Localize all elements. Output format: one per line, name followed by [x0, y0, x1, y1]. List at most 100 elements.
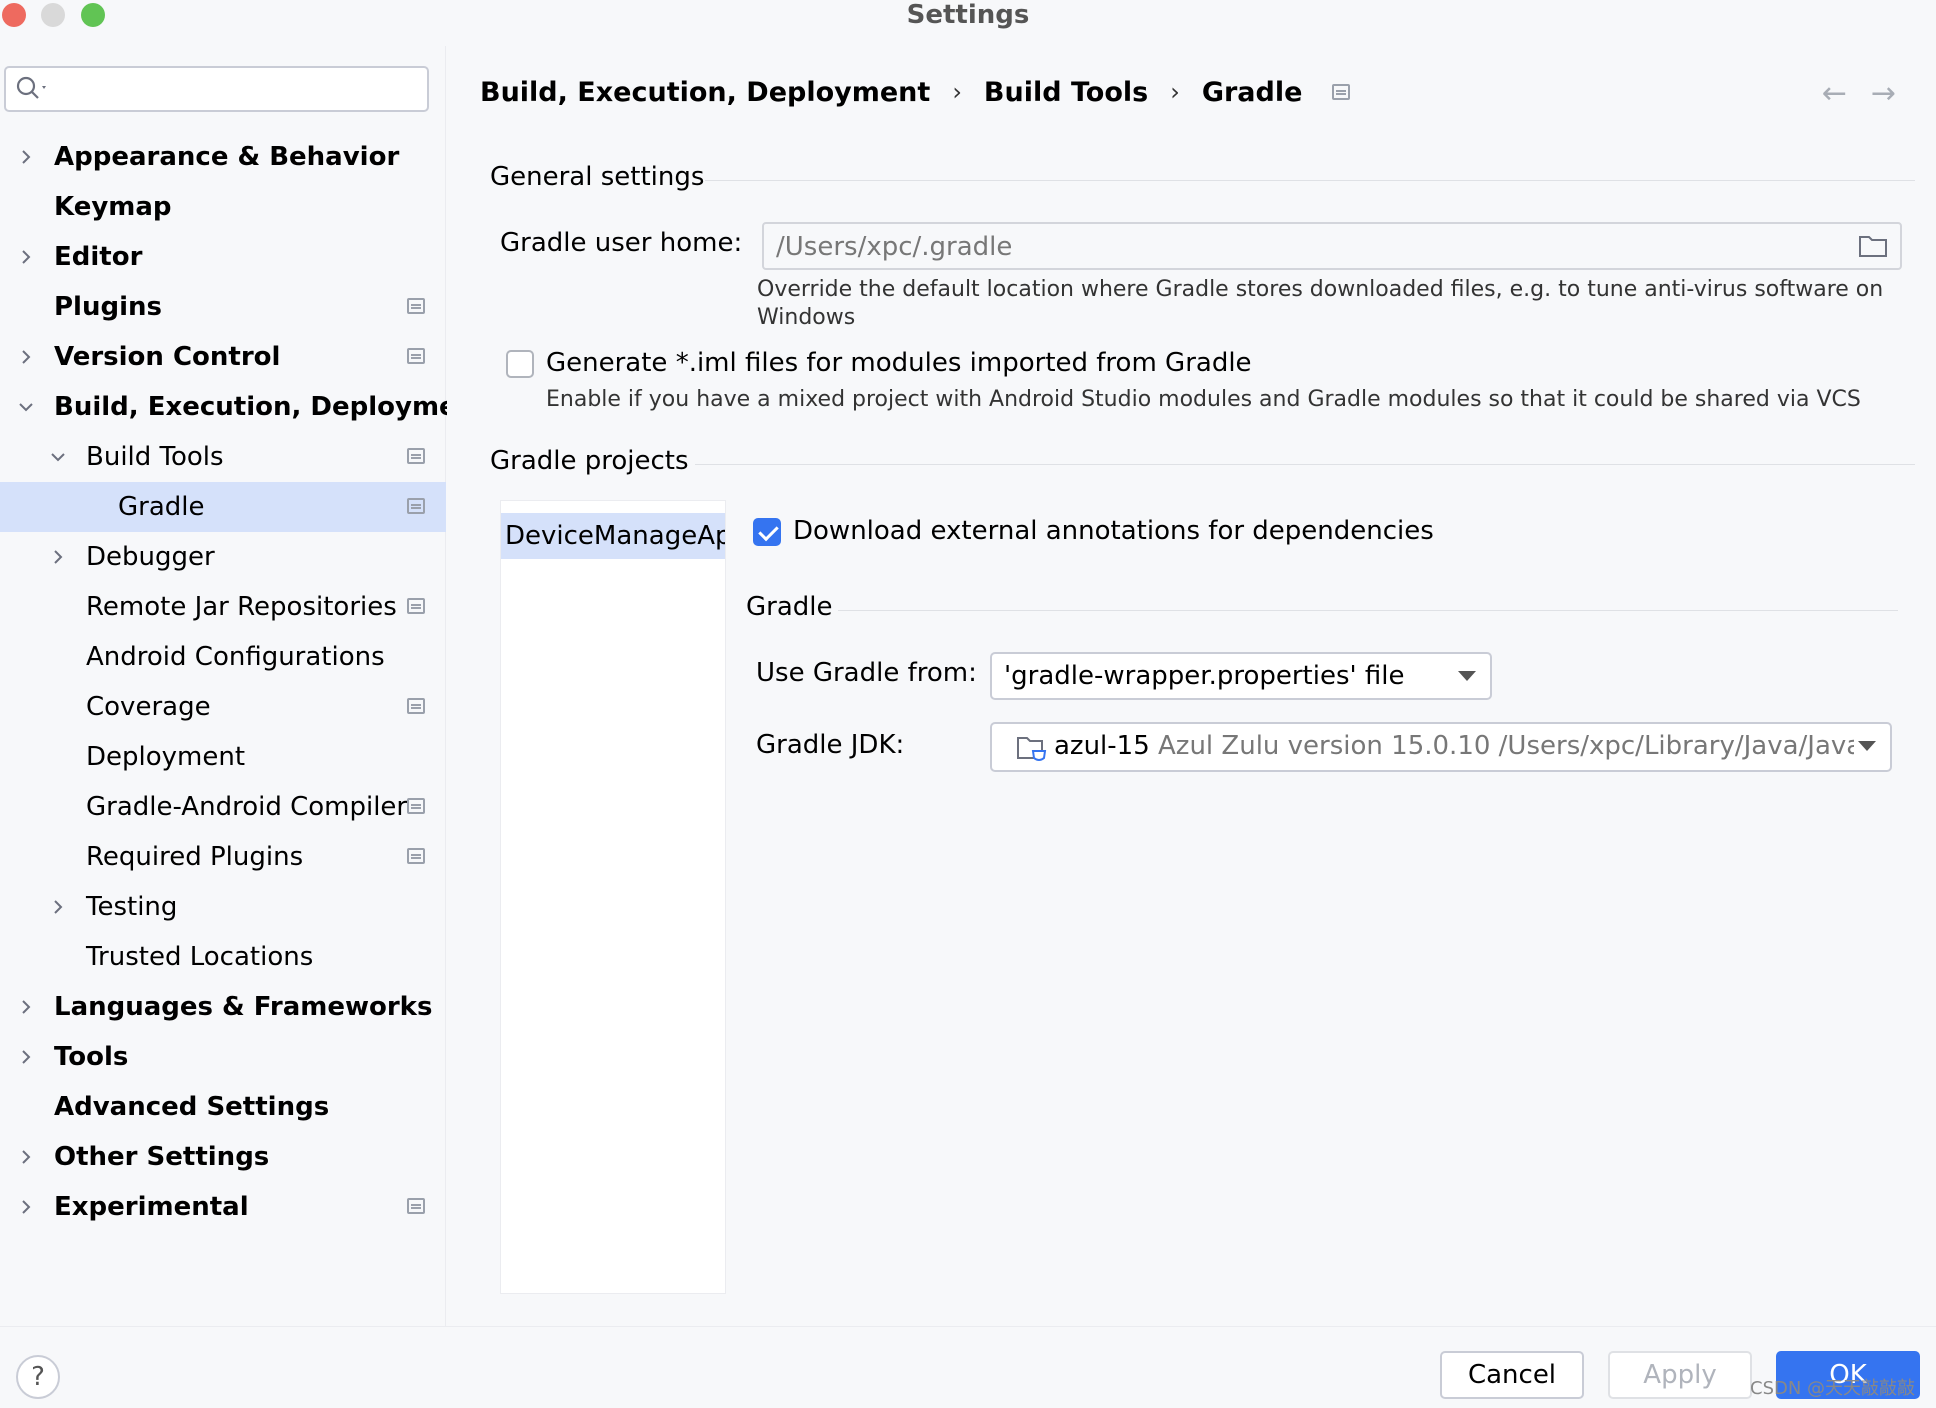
gradle-user-home-label: Gradle user home: [500, 228, 743, 258]
chevron-right-icon[interactable] [16, 1047, 36, 1067]
sidebar-item-debugger[interactable]: Debugger [0, 532, 446, 582]
sidebar-item-appearance-behavior[interactable]: Appearance & Behavior [0, 132, 446, 182]
gradle-projects-divider [695, 464, 1915, 465]
sidebar-item-experimental[interactable]: Experimental [0, 1182, 446, 1232]
sidebar-item-label: Keymap [54, 192, 172, 222]
apply-button[interactable]: Apply [1608, 1351, 1752, 1399]
gradle-user-home-hint-line1: Override the default location where Grad… [757, 277, 1884, 302]
sidebar-item-keymap[interactable]: Keymap [0, 182, 446, 232]
settings-search-input[interactable] [54, 74, 414, 104]
project-level-icon [1332, 84, 1351, 100]
sidebar-item-label: Required Plugins [86, 842, 304, 872]
jdk-folder-icon [1016, 734, 1048, 768]
dropdown-arrow-icon [1858, 741, 1876, 751]
chevron-right-icon[interactable] [48, 547, 68, 567]
sidebar-item-build-execution-deployment[interactable]: Build, Execution, Deployment [0, 382, 488, 432]
project-level-icon [407, 498, 425, 514]
sidebar-item-other-settings[interactable]: Other Settings [0, 1132, 446, 1182]
chevron-right-icon[interactable] [16, 147, 36, 167]
project-list-item[interactable]: DeviceManageApp [501, 513, 725, 559]
general-settings-title: General settings [490, 162, 705, 192]
chevron-right-icon[interactable] [16, 347, 36, 367]
sidebar-item-editor[interactable]: Editor [0, 232, 446, 282]
chevron-down-icon[interactable] [48, 447, 68, 467]
project-level-icon [407, 598, 425, 614]
chevron-right-icon[interactable] [16, 247, 36, 267]
sidebar-item-label: Gradle-Android Compiler [86, 792, 408, 822]
breadcrumb-item[interactable]: Build Tools [984, 77, 1148, 108]
chevron-down-icon[interactable] [16, 397, 36, 417]
sidebar-item-gradle-android-compiler[interactable]: Gradle-Android Compiler [0, 782, 446, 832]
sidebar-item-advanced-settings[interactable]: Advanced Settings [0, 1082, 446, 1132]
breadcrumb-separator: › [1170, 78, 1180, 106]
folder-icon[interactable] [1858, 233, 1888, 263]
generate-iml-checkbox[interactable] [506, 350, 534, 378]
gradle-user-home-hint-line2: Windows [757, 305, 856, 330]
sidebar-item-coverage[interactable]: Coverage [0, 682, 446, 732]
gradle-jdk-dropdown[interactable]: azul-15 Azul Zulu version 15.0.10 /Users… [990, 722, 1892, 772]
sidebar-item-label: Version Control [54, 342, 281, 372]
sidebar-item-label: Trusted Locations [86, 942, 314, 972]
search-icon[interactable] [16, 76, 50, 106]
generate-iml-label[interactable]: Generate *.iml files for modules importe… [546, 348, 1252, 378]
sidebar-item-label: Languages & Frameworks [54, 992, 433, 1022]
gradle-section-title: Gradle [746, 592, 833, 622]
download-annotations-label[interactable]: Download external annotations for depend… [793, 516, 1434, 546]
settings-sidebar: Appearance & Behavior Keymap Editor Plugins… [0, 46, 488, 1326]
sidebar-item-label: Deployment [86, 742, 246, 772]
breadcrumb-item[interactable]: Gradle [1202, 77, 1303, 108]
sidebar-item-label: Build, Execution, Deployment [54, 392, 488, 422]
sidebar-item-remote-jar-repositories[interactable]: Remote Jar Repositories [0, 582, 446, 632]
sidebar-item-label: Build Tools [86, 442, 224, 472]
sidebar-item-build-tools[interactable]: Build Tools [0, 432, 446, 482]
sidebar-item-label: Plugins [54, 292, 162, 322]
chevron-right-icon[interactable] [16, 1197, 36, 1217]
dialog-footer: ? Cancel Apply OK [0, 1326, 1936, 1408]
project-level-icon [407, 698, 425, 714]
back-arrow-icon[interactable]: ← [1822, 76, 1847, 111]
watermark: CSDN @天天敲敲敲 [1750, 1378, 1916, 1399]
project-level-icon [407, 298, 425, 314]
dropdown-arrow-icon [1458, 671, 1476, 681]
chevron-right-icon[interactable] [16, 1147, 36, 1167]
sidebar-item-trusted-locations[interactable]: Trusted Locations [0, 932, 446, 982]
sidebar-item-tools[interactable]: Tools [0, 1032, 446, 1082]
sidebar-item-testing[interactable]: Testing [0, 882, 446, 932]
chevron-right-icon[interactable] [16, 997, 36, 1017]
gradle-projects-list: DeviceManageApp [500, 500, 726, 1294]
cancel-button[interactable]: Cancel [1440, 1351, 1584, 1399]
title-bar: Settings [0, 0, 1936, 34]
sidebar-item-required-plugins[interactable]: Required Plugins [0, 832, 446, 882]
sidebar-item-label: Tools [54, 1042, 129, 1072]
sidebar-item-label: Other Settings [54, 1142, 270, 1172]
gradle-user-home-field[interactable] [762, 222, 1902, 270]
project-level-icon [407, 798, 425, 814]
sidebar-item-label: Experimental [54, 1192, 249, 1222]
project-level-icon [407, 1198, 425, 1214]
gradle-user-home-input[interactable] [776, 228, 1836, 266]
gradle-jdk-label: Gradle JDK: [756, 730, 905, 760]
sidebar-item-label: Remote Jar Repositories [86, 592, 397, 622]
use-gradle-from-value: 'gradle-wrapper.properties' file [1004, 661, 1405, 691]
download-annotations-checkbox[interactable] [753, 518, 781, 546]
sidebar-item-label: Advanced Settings [54, 1092, 330, 1122]
chevron-right-icon[interactable] [48, 897, 68, 917]
settings-search-box[interactable] [4, 66, 429, 112]
sidebar-item-label: Debugger [86, 542, 215, 572]
breadcrumb-separator: › [952, 78, 962, 106]
sidebar-item-android-configurations[interactable]: Android Configurations [0, 632, 446, 682]
use-gradle-from-label: Use Gradle from: [756, 658, 977, 688]
project-level-icon [407, 848, 425, 864]
breadcrumb-item[interactable]: Build, Execution, Deployment [480, 77, 930, 108]
sidebar-item-deployment[interactable]: Deployment [0, 732, 446, 782]
sidebar-item-gradle[interactable]: Gradle [0, 482, 446, 532]
sidebar-item-label: Android Configurations [86, 642, 385, 672]
sidebar-item-languages-frameworks[interactable]: Languages & Frameworks [0, 982, 446, 1032]
use-gradle-from-dropdown[interactable]: 'gradle-wrapper.properties' file [990, 652, 1492, 700]
sidebar-item-plugins[interactable]: Plugins [0, 282, 446, 332]
forward-arrow-icon[interactable]: → [1871, 76, 1896, 111]
sidebar-item-label: Coverage [86, 692, 211, 722]
window-title: Settings [906, 0, 1030, 30]
sidebar-item-version-control[interactable]: Version Control [0, 332, 446, 382]
help-button[interactable]: ? [16, 1355, 60, 1399]
